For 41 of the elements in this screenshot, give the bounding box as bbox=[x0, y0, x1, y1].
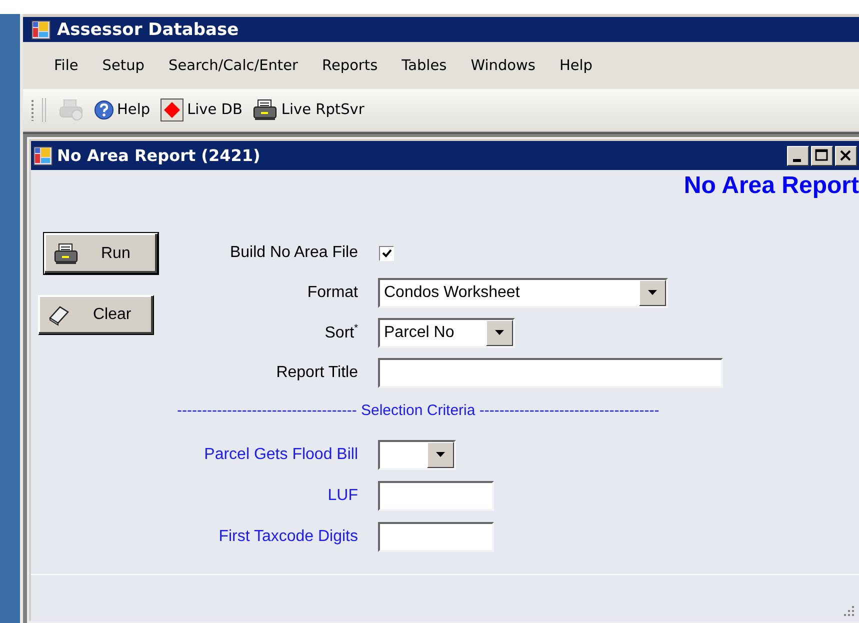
resize-grip-icon[interactable] bbox=[843, 605, 855, 617]
checkbox[interactable] bbox=[379, 246, 394, 260]
help-icon bbox=[94, 100, 114, 120]
eraser-icon bbox=[47, 304, 71, 326]
toolbar-grip[interactable] bbox=[31, 99, 34, 121]
toolbar-button[interactable]: Help bbox=[92, 98, 152, 122]
action-button[interactable]: Run bbox=[44, 233, 158, 274]
maximize-icon[interactable] bbox=[811, 146, 833, 166]
report-heading: No Area Report bbox=[684, 172, 859, 201]
app-icon bbox=[31, 20, 51, 40]
dropdown-field[interactable] bbox=[378, 440, 456, 470]
menu-item[interactable]: File bbox=[46, 54, 94, 78]
menu-item[interactable]: Search/Calc/Enter bbox=[160, 54, 314, 78]
toolbar-button[interactable]: Live RptSvr bbox=[250, 97, 366, 123]
menu-item[interactable]: Setup bbox=[94, 54, 160, 78]
app-icon bbox=[33, 146, 53, 166]
toolbar-button[interactable]: Live DB bbox=[158, 96, 244, 124]
menu-item[interactable]: Reports bbox=[314, 54, 394, 78]
field-label: Format bbox=[306, 284, 358, 302]
field-label: Report Title bbox=[275, 364, 358, 382]
menu-item[interactable]: Tables bbox=[394, 54, 463, 78]
dropdown-field[interactable]: Condos Worksheet bbox=[378, 278, 668, 308]
field-label: LUF bbox=[326, 486, 358, 504]
field-label: Sort$^{*}$ bbox=[324, 323, 358, 343]
minimize-icon[interactable] bbox=[787, 146, 809, 166]
field-label: Parcel Gets Flood Bill bbox=[203, 446, 358, 464]
printer-icon bbox=[53, 242, 79, 264]
window-title: No Area Report (2421) bbox=[57, 146, 262, 165]
field-label: First Taxcode Digits bbox=[218, 528, 358, 546]
menu-item[interactable]: Windows bbox=[462, 54, 552, 78]
printer-icon bbox=[252, 99, 278, 121]
input-field[interactable] bbox=[378, 480, 494, 510]
field-label: Build No Area File bbox=[228, 244, 358, 262]
action-button[interactable]: Clear bbox=[38, 295, 154, 335]
close-icon[interactable] bbox=[835, 146, 857, 166]
window-title: Assessor Database bbox=[57, 20, 239, 40]
input-field[interactable] bbox=[378, 522, 494, 552]
menu-item[interactable]: Help bbox=[551, 54, 608, 78]
dropdown-field[interactable]: Parcel No bbox=[378, 318, 515, 348]
section-header: ------------------------------------ Selection Criteria ------------------------------------ bbox=[176, 402, 660, 421]
input-field[interactable] bbox=[378, 358, 723, 388]
